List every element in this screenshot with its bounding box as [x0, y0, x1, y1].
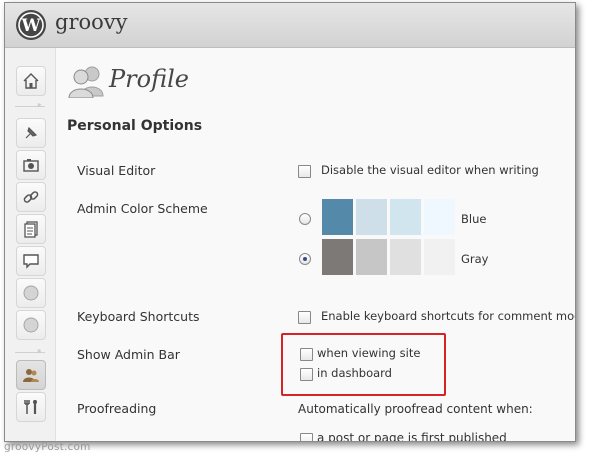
highlight-box [281, 333, 446, 396]
proofreading-label: Proofreading [77, 401, 157, 416]
proofreading-description: Automatically proofread content when: [298, 402, 533, 416]
users-icon[interactable] [16, 360, 46, 390]
links-icon[interactable] [16, 182, 46, 212]
color-swatch [356, 199, 387, 235]
color-scheme-blue-radio[interactable] [299, 213, 311, 225]
color-swatch [390, 199, 421, 235]
color-swatch [424, 199, 455, 235]
wordpress-logo-icon[interactable]: W [16, 10, 46, 40]
page-title: Profile [109, 65, 189, 93]
visual-editor-label: Visual Editor [77, 163, 156, 178]
dashboard-icon[interactable] [16, 66, 46, 96]
admin-header: W groovy [5, 3, 575, 48]
color-swatch [424, 239, 455, 275]
profile-content: Profile Personal Options Visual Editor D… [56, 48, 576, 442]
proofread-publish-text: a post or page is first published [317, 431, 507, 442]
color-swatch [322, 199, 353, 235]
disable-visual-editor-text: Disable the visual editor when writing [321, 163, 539, 177]
section-heading: Personal Options [67, 118, 203, 134]
proofread-publish-checkbox[interactable] [300, 433, 313, 441]
color-swatch [390, 239, 421, 275]
browser-frame: W groovy » » Profile Personal Options Vi… [4, 2, 576, 442]
watermark: groovyPost.com [4, 441, 91, 453]
collapse-arrow-icon[interactable]: » [37, 101, 41, 109]
circle-icon[interactable] [16, 278, 46, 308]
color-swatch [322, 239, 353, 275]
users-icon [68, 64, 106, 102]
posts-icon[interactable] [16, 118, 46, 148]
circle-icon[interactable] [16, 310, 46, 340]
media-icon[interactable] [16, 150, 46, 180]
site-name[interactable]: groovy [55, 10, 128, 34]
disable-visual-editor-checkbox[interactable] [298, 165, 311, 178]
keyboard-shortcuts-checkbox[interactable] [298, 311, 311, 324]
pages-icon[interactable] [16, 214, 46, 244]
scheme-name-gray: Gray [461, 252, 489, 266]
admin-bar-label: Show Admin Bar [77, 347, 180, 362]
color-swatch [356, 239, 387, 275]
svg-text:W: W [20, 16, 41, 36]
scheme-name-blue: Blue [461, 212, 487, 226]
keyboard-shortcuts-text: Enable keyboard shortcuts for comment mo… [321, 309, 576, 323]
keyboard-shortcuts-label: Keyboard Shortcuts [77, 309, 200, 324]
color-scheme-label: Admin Color Scheme [77, 201, 208, 216]
tools-icon[interactable] [16, 392, 46, 422]
collapse-arrow-icon[interactable]: » [37, 347, 41, 355]
color-scheme-gray-radio[interactable] [299, 253, 311, 265]
comments-icon[interactable] [16, 246, 46, 276]
admin-sidebar: » » [5, 48, 56, 441]
